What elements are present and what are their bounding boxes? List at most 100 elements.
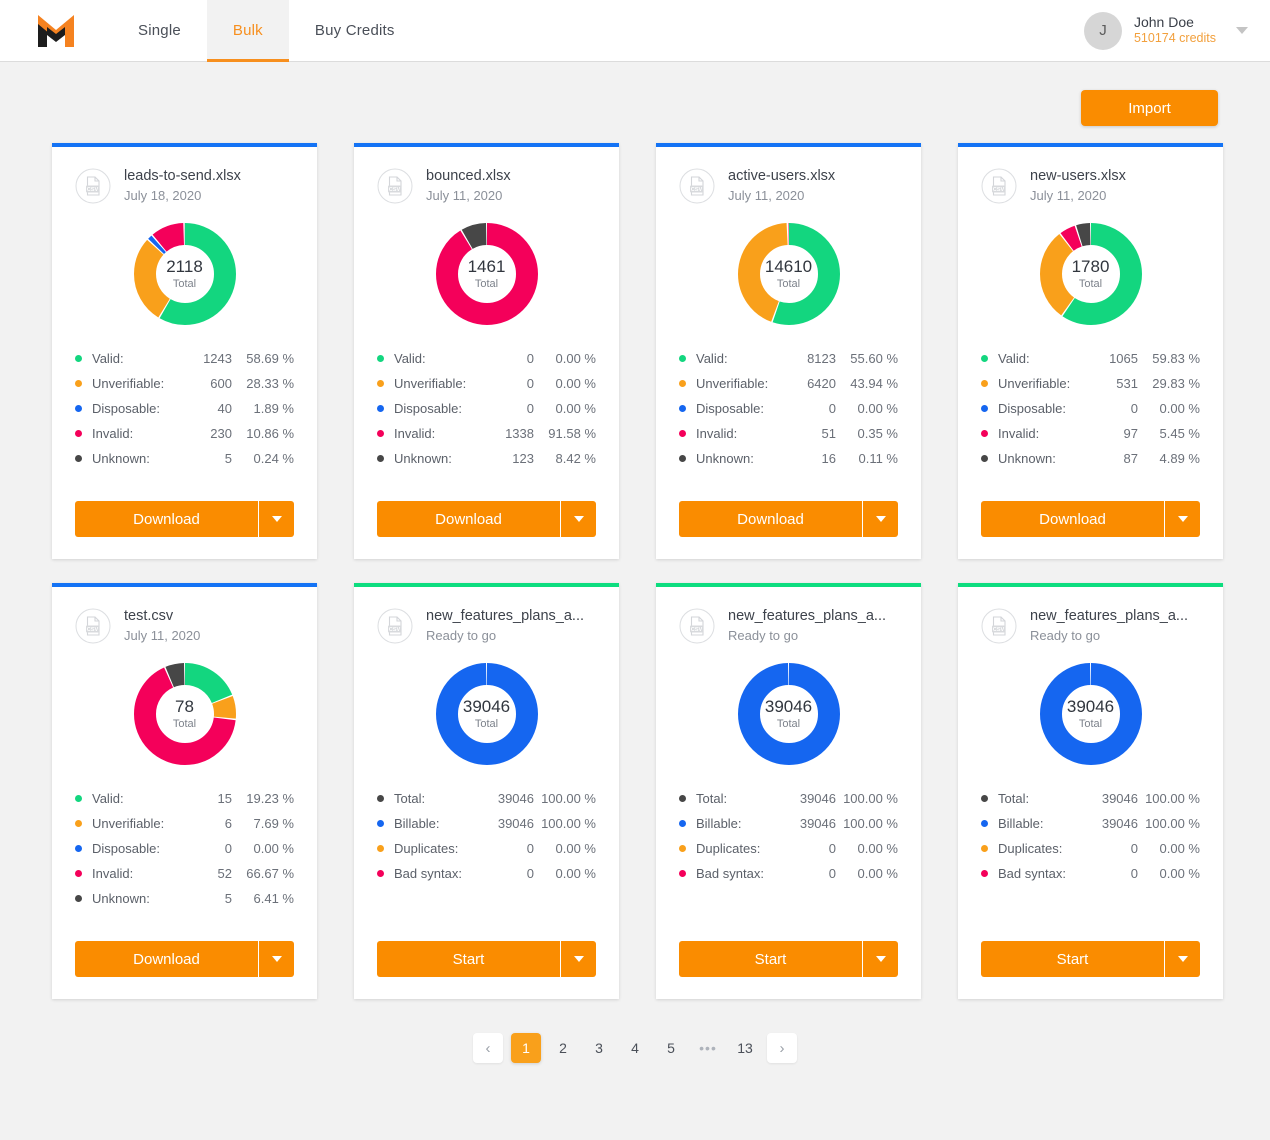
file-meta: new_features_plans_a... Ready to go (1030, 607, 1188, 644)
legend-dot-unknown (981, 455, 988, 463)
pagination-page-4[interactable]: 4 (621, 1033, 649, 1063)
stat-row: Billable: 39046 100.00 % (377, 811, 596, 836)
download-button[interactable]: Download (75, 941, 258, 978)
card-action-group: Start (679, 941, 898, 978)
start-button[interactable]: Start (981, 941, 1164, 978)
card-action-group: Download (75, 501, 294, 538)
pagination-prev[interactable]: ‹ (473, 1033, 503, 1064)
donut-chart-wrap: 2118 Total (75, 222, 294, 326)
file-icon: CSV (679, 608, 715, 644)
download-button[interactable]: Download (377, 501, 560, 538)
legend-dot-unknown (377, 455, 384, 463)
action-dropdown-button[interactable] (862, 501, 898, 538)
legend-dot-billable (981, 820, 988, 828)
file-name: new_features_plans_a... (1030, 608, 1188, 625)
stat-label: Unknown: (92, 891, 150, 907)
action-dropdown-button[interactable] (258, 501, 294, 538)
stat-percent: 0.00 % (555, 401, 596, 417)
stat-row: Valid: 1243 58.69 % (75, 346, 294, 371)
file-name: new-users.xlsx (1030, 168, 1126, 184)
legend-dot-unknown (75, 895, 82, 903)
legend-dot-invalid (75, 870, 82, 878)
stat-label: Unverifiable: (92, 816, 165, 832)
legend-dot-unverifiable (75, 380, 82, 388)
stats-list: Valid: 1065 59.83 % Unverifiable: 531 29… (981, 346, 1200, 471)
file-name: new_features_plans_a... (728, 608, 886, 625)
stat-count: 1338 (505, 426, 534, 442)
stat-label: Disposable: (394, 401, 462, 417)
stat-row: Invalid: 1338 91.58 % (377, 421, 596, 446)
chevron-down-icon[interactable] (1236, 27, 1248, 34)
card-action-group: Start (377, 941, 596, 978)
stat-label: Valid: (92, 351, 124, 367)
legend-dot-bad_syntax (679, 870, 686, 878)
legend-dot-unverifiable (75, 820, 82, 828)
legend-dot-duplicates (679, 845, 686, 853)
pagination-page-3[interactable]: 3 (585, 1033, 613, 1063)
action-dropdown-button[interactable] (258, 941, 294, 978)
legend-dot-disposable (75, 845, 82, 853)
stat-percent: 29.83 % (1152, 376, 1200, 392)
action-dropdown-button[interactable] (560, 501, 596, 538)
donut-chart-wrap: 1780 Total (981, 222, 1200, 326)
stat-count: 0 (1130, 841, 1138, 857)
legend-dot-valid (75, 355, 82, 363)
stat-percent: 0.11 % (858, 451, 898, 467)
tab-bulk[interactable]: Bulk (206, 0, 289, 62)
file-subtitle: July 11, 2020 (426, 187, 503, 203)
stat-percent: 58.69 % (246, 351, 294, 367)
stat-row: Unknown: 5 0.24 % (75, 446, 294, 471)
card-header: CSV new_features_plans_a... Ready to go (679, 607, 898, 644)
stat-row: Unknown: 87 4.89 % (981, 446, 1200, 471)
pagination-page-last[interactable]: 13 (731, 1033, 759, 1063)
file-card: CSV active-users.xlsx July 11, 2020 1461… (656, 143, 921, 560)
svg-text:CSV: CSV (87, 627, 99, 633)
stat-label: Duplicates: (696, 841, 761, 857)
stat-percent: 0.24 % (253, 451, 294, 467)
pagination-next[interactable]: › (767, 1033, 797, 1064)
file-name: new_features_plans_a... (426, 608, 584, 625)
download-button[interactable]: Download (75, 501, 258, 538)
file-subtitle: Ready to go (1030, 627, 1101, 643)
action-dropdown-button[interactable] (862, 941, 898, 978)
chevron-down-icon (573, 956, 584, 963)
stat-label: Invalid: (92, 426, 134, 442)
tab-single[interactable]: Single (112, 0, 207, 61)
stat-count: 600 (210, 376, 232, 392)
card-header: CSV new-users.xlsx July 11, 2020 (981, 167, 1200, 204)
donut-segment (737, 663, 840, 766)
logo-container[interactable] (0, 0, 112, 61)
stat-row: Unverifiable: 6420 43.94 % (679, 371, 898, 396)
file-icon: CSV (377, 608, 413, 644)
card-spacer (377, 471, 596, 485)
action-dropdown-button[interactable] (560, 941, 596, 978)
stat-label: Valid: (696, 351, 728, 367)
stats-list: Valid: 0 0.00 % Unverifiable: 0 0.00 % D… (377, 346, 596, 471)
download-button[interactable]: Download (981, 501, 1164, 538)
card-action-group: Download (981, 501, 1200, 538)
stat-count: 0 (828, 841, 836, 857)
stat-label: Invalid: (998, 426, 1040, 442)
download-button[interactable]: Download (679, 501, 862, 538)
card-action-group: Start (981, 941, 1200, 978)
stat-label: Total: (394, 791, 426, 807)
card-action-group: Download (75, 941, 294, 978)
tab-buy-credits[interactable]: Buy Credits (289, 0, 421, 61)
donut-segment (435, 663, 538, 766)
start-button[interactable]: Start (377, 941, 560, 978)
file-subtitle: July 11, 2020 (124, 627, 201, 643)
pagination-page-5[interactable]: 5 (657, 1033, 685, 1063)
legend-dot-valid (75, 795, 82, 803)
import-button[interactable]: Import (1081, 90, 1218, 126)
action-dropdown-button[interactable] (1164, 941, 1200, 978)
pagination-page-1[interactable]: 1 (511, 1033, 541, 1064)
legend-dot-bad_syntax (981, 870, 988, 878)
stat-percent: 100.00 % (1145, 816, 1200, 832)
chevron-down-icon (875, 956, 886, 963)
main-nav: Single Bulk Buy Credits (112, 0, 421, 62)
start-button[interactable]: Start (679, 941, 862, 978)
user-menu[interactable]: J John Doe 510174 credits (1083, 0, 1270, 61)
pagination-page-2[interactable]: 2 (549, 1033, 577, 1063)
action-dropdown-button[interactable] (1164, 501, 1200, 538)
chevron-down-icon (1177, 516, 1188, 523)
